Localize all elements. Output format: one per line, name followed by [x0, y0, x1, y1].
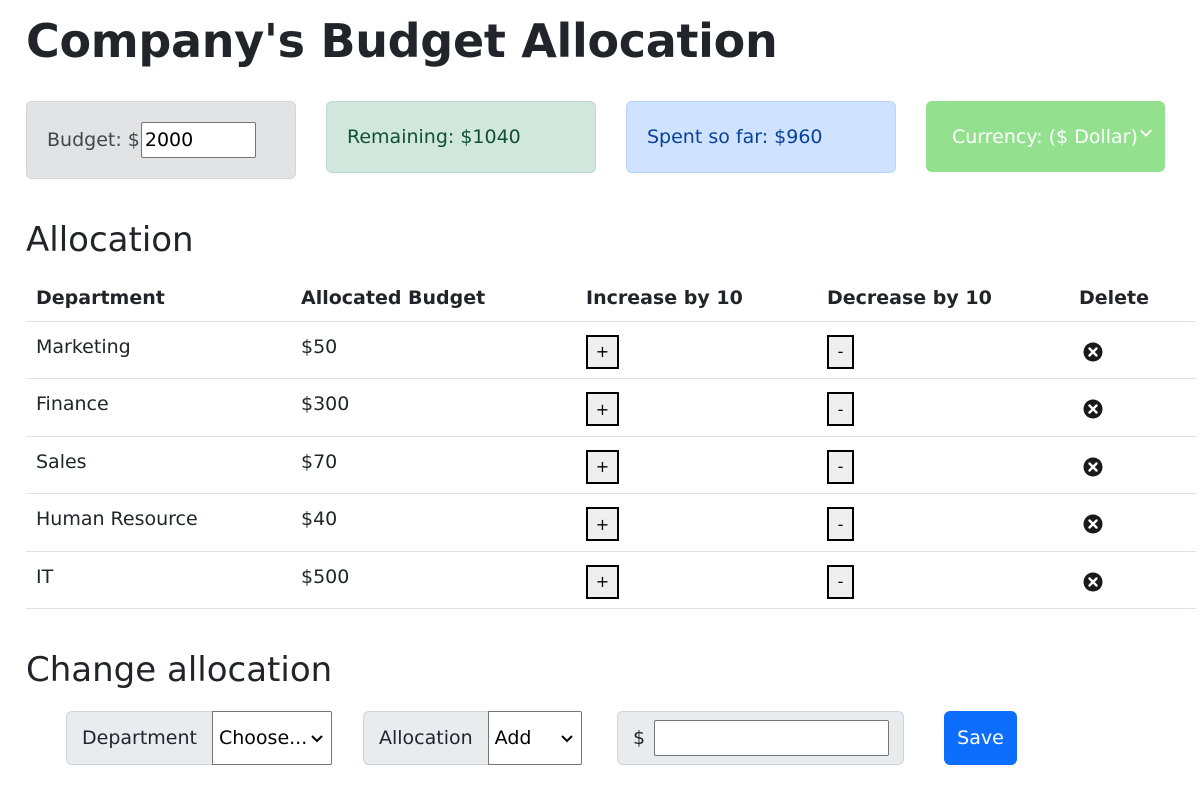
department-label: Department	[66, 711, 212, 765]
table-header-row: Department Allocated Budget Increase by …	[26, 276, 1196, 322]
decrease-button[interactable]: -	[827, 449, 854, 484]
table-row: IT $500 + -	[26, 551, 1196, 609]
column-header-decrease: Decrease by 10	[817, 276, 1069, 322]
table-row: Sales $70 + -	[26, 436, 1196, 494]
increase-button[interactable]: +	[586, 392, 619, 427]
increase-button[interactable]: +	[586, 334, 619, 369]
remaining-card: Remaining: $1040	[326, 101, 596, 173]
decrease-button[interactable]: -	[827, 507, 854, 542]
allocated-budget: $70	[301, 450, 338, 473]
delete-icon[interactable]	[1083, 342, 1103, 362]
allocated-budget: $300	[301, 393, 350, 416]
save-button[interactable]: Save	[944, 711, 1017, 765]
decrease-button[interactable]: -	[827, 392, 854, 427]
budget-card: Budget: $	[26, 101, 296, 179]
spent-text: Spent so far: $960	[647, 126, 823, 148]
table-row: Marketing $50 + -	[26, 321, 1196, 379]
department-selected: Choose...	[218, 727, 308, 749]
increase-button[interactable]: +	[586, 449, 619, 484]
chevron-down-icon	[1140, 129, 1152, 137]
chevron-down-icon	[560, 735, 573, 743]
delete-icon[interactable]	[1083, 457, 1103, 477]
decrease-button[interactable]: -	[827, 334, 854, 369]
delete-icon[interactable]	[1083, 572, 1103, 592]
department-name: Marketing	[36, 335, 131, 358]
column-header-increase: Increase by 10	[576, 276, 817, 322]
increase-button[interactable]: +	[586, 564, 619, 599]
department-name: Finance	[36, 393, 109, 416]
allocation-heading: Allocation	[26, 220, 194, 260]
currency-prefix: $	[633, 727, 646, 749]
spent-card: Spent so far: $960	[626, 101, 896, 173]
allocated-budget: $50	[301, 335, 338, 358]
change-allocation-heading: Change allocation	[26, 650, 333, 690]
allocated-budget: $500	[301, 565, 350, 588]
page-title: Company's Budget Allocation	[26, 14, 778, 68]
currency-selected: Currency: ($ Dollar)	[952, 125, 1138, 148]
department-name: IT	[36, 565, 54, 588]
column-header-allocated-budget: Allocated Budget	[291, 276, 576, 322]
amount-input[interactable]	[654, 720, 890, 756]
currency-select[interactable]: Currency: ($ Dollar)	[926, 101, 1165, 172]
budget-label: Budget: $	[47, 129, 140, 151]
allocation-select[interactable]: Add	[487, 711, 582, 765]
table-row: Human Resource $40 + -	[26, 493, 1196, 552]
increase-button[interactable]: +	[586, 507, 619, 542]
department-name: Human Resource	[36, 508, 198, 531]
allocated-budget: $40	[301, 508, 338, 531]
allocation-selected: Add	[494, 727, 532, 749]
department-name: Sales	[36, 450, 87, 473]
delete-icon[interactable]	[1083, 514, 1103, 534]
chevron-down-icon	[311, 735, 323, 743]
allocation-group: Allocation Add	[363, 711, 582, 765]
budget-input[interactable]	[140, 122, 256, 158]
table-row: Finance $300 + -	[26, 378, 1196, 437]
delete-icon[interactable]	[1083, 399, 1103, 419]
decrease-button[interactable]: -	[827, 564, 854, 599]
remaining-text: Remaining: $1040	[347, 126, 521, 148]
department-select[interactable]: Choose...	[211, 711, 332, 765]
allocation-label: Allocation	[363, 711, 488, 765]
allocation-table: Department Allocated Budget Increase by …	[26, 276, 1196, 609]
amount-group: $	[617, 711, 904, 765]
column-header-delete: Delete	[1069, 276, 1196, 322]
column-header-department: Department	[26, 276, 291, 322]
department-group: Department Choose...	[66, 711, 332, 765]
